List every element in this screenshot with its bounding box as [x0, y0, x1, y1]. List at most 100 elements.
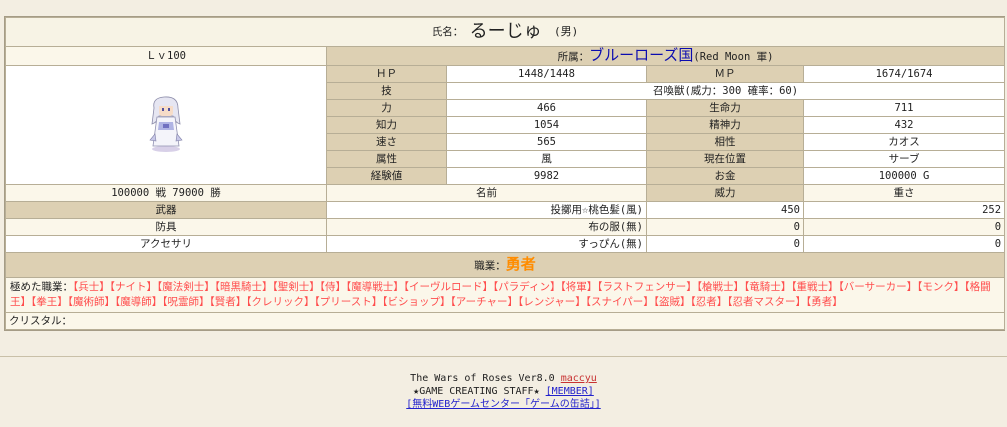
equip-col-power: 威力	[646, 184, 804, 202]
mastered-job: 【アーチャー】	[450, 296, 518, 308]
affiliation-cell: 所属：ブルーローズ国(Red Moon 軍)	[325, 46, 1006, 66]
staff-text: ★GAME CREATING STAFF★	[413, 386, 540, 397]
mnd-value: 432	[802, 116, 1006, 134]
mastered-jobs-cell: 極めた職業：【兵士】【ナイト】【魔法剣士】【暗黒騎士】【聖剣士】【侍】【魔導戦士…	[4, 277, 1006, 313]
equip-weight: 252	[802, 201, 1006, 219]
status-table: 氏名： るーじゅ (男) Ｌｖ100 所属：ブルーローズ国(Red Moon 軍…	[4, 17, 1006, 330]
elem-label: 属性	[326, 150, 447, 168]
hp-value: 1448/1448	[446, 65, 647, 83]
mastered-job: 【魔法剣士】	[157, 281, 215, 293]
equip-name: すっぴん(無)	[326, 235, 647, 253]
character-sprite-cell	[5, 65, 327, 185]
mp-value: 1674/1674	[802, 65, 1006, 83]
gold-label: お金	[646, 167, 804, 185]
mastered-jobs-list: 【兵士】【ナイト】【魔法剣士】【暗黒騎士】【聖剣士】【侍】【魔導戦士】【イーヴル…	[10, 281, 991, 308]
mastered-job: 【魔導戦士】	[346, 281, 404, 293]
mastered-job: 【ラストフェンサー】	[597, 281, 697, 293]
mastered-job: 【聖剣士】	[272, 281, 320, 293]
nation-army: (Red Moon 軍)	[693, 51, 774, 63]
mastered-job: 【拳王】	[31, 296, 68, 308]
name-cell: 氏名： るーじゅ (男)	[4, 17, 1006, 47]
loc-value: サーブ	[802, 150, 1006, 168]
name-row: 氏名： るーじゅ (男)	[4, 17, 1006, 47]
author-link[interactable]: maccyu	[561, 373, 597, 384]
mastered-job: 【忍者マスター】	[727, 296, 807, 308]
mastered-job: 【パラディン】	[493, 281, 561, 293]
mastered-job: 【忍者】	[690, 296, 728, 308]
nation-name: ブルーローズ国	[589, 46, 694, 64]
align-value: カオス	[802, 133, 1006, 151]
job-cell: 職業：勇者	[4, 252, 1006, 278]
character-sprite-icon	[149, 96, 183, 152]
job-label: 職業：	[474, 260, 506, 272]
equip-weight: 0	[802, 235, 1006, 253]
mastered-job: 【魔導師】	[115, 296, 163, 308]
exp-label: 経験値	[326, 167, 447, 185]
equip-slot: 武器	[5, 201, 327, 219]
mastered-job: 【呪霊師】	[162, 296, 210, 308]
mastered-job: 【レンジャー】	[518, 296, 586, 308]
mastered-job: 【プリースト】	[314, 296, 383, 308]
mastered-job: 【イーヴルロード】	[403, 281, 493, 293]
mp-label: ＭＰ	[646, 65, 804, 83]
mastered-job: 【勇者】	[806, 296, 843, 308]
elem-value: 風	[446, 150, 647, 168]
game-center-link[interactable]: [無料WEBゲームセンター「ゲームの缶詰」]	[406, 399, 601, 410]
str-value: 466	[446, 99, 647, 117]
equip-name: 布の服(無)	[326, 218, 647, 236]
equip-row-armor: 防具 布の服(無) 0 0	[5, 218, 1006, 236]
status-panel: 氏名： るーじゅ (男) Ｌｖ100 所属：ブルーローズ国(Red Moon 軍…	[4, 16, 1006, 331]
gold-value: 100000 G	[802, 167, 1006, 185]
footer: The Wars of Roses Ver8.0 maccyu ★GAME CR…	[0, 372, 1007, 411]
member-link[interactable]: [MEMBER]	[546, 386, 594, 397]
name-label: 氏名：	[431, 26, 464, 38]
skill-label: 技	[326, 82, 447, 100]
mastered-jobs-label: 極めた職業：	[10, 281, 73, 293]
equip-power: 0	[646, 235, 804, 253]
mastered-job: 【竜騎士】	[744, 281, 792, 293]
mastered-job: 【魔術師】	[67, 296, 115, 308]
equip-row-weapon: 武器 投擲用☆桃色髪(風) 450 252	[5, 201, 1006, 219]
equip-row-accessory: アクセサリ すっぴん(無) 0 0	[5, 235, 1006, 253]
equip-name: 投擲用☆桃色髪(風)	[326, 201, 647, 219]
exp-value: 9982	[446, 167, 647, 185]
equip-weight: 0	[802, 218, 1006, 236]
mastered-job: 【ビショップ】	[382, 296, 451, 308]
level-cell: Ｌｖ100	[5, 46, 327, 66]
equip-col-name: 名前	[326, 184, 647, 202]
int-value: 1054	[446, 116, 647, 134]
vit-label: 生命力	[646, 99, 804, 117]
mastered-job: 【ナイト】	[109, 281, 157, 293]
version-text: The Wars of Roses Ver8.0	[410, 373, 555, 384]
hp-label: ＨＰ	[326, 65, 447, 83]
equip-power: 450	[646, 201, 804, 219]
affiliation-label: 所属：	[557, 51, 590, 63]
equip-slot: 防具	[5, 218, 327, 236]
equip-slot: アクセサリ	[5, 235, 327, 253]
mastered-job: 【暗黒騎士】	[214, 281, 273, 293]
mastered-job: 【スナイパー】	[585, 296, 654, 308]
mastered-job: 【モンク】	[917, 281, 965, 293]
mnd-label: 精神力	[646, 116, 804, 134]
spd-label: 速さ	[326, 133, 447, 151]
mastered-job: 【クレリック】	[246, 296, 315, 308]
footer-divider	[0, 356, 1007, 357]
character-gender: (男)	[553, 25, 579, 38]
current-job: 勇者	[505, 255, 536, 273]
mastered-job: 【槍戦士】	[696, 281, 745, 293]
int-label: 知力	[326, 116, 447, 134]
skill-value: 召喚獣(威力：300 確率：60)	[445, 82, 1006, 100]
mastered-job: 【侍】	[319, 281, 346, 293]
spd-value: 565	[446, 133, 647, 151]
str-label: 力	[326, 99, 447, 117]
crystal-cell: クリスタル：	[4, 312, 1006, 330]
mastered-job: 【将軍】	[560, 281, 598, 293]
mastered-job: 【盗賊】	[653, 296, 691, 308]
mastered-job: 【兵士】	[73, 281, 110, 293]
mastered-job: 【賢者】	[209, 296, 247, 308]
equip-col-weight: 重さ	[802, 184, 1006, 202]
mastered-job: 【バーサーカー】	[838, 281, 918, 293]
mastered-job: 【重戦士】	[791, 281, 839, 293]
align-label: 相性	[646, 133, 804, 151]
equip-power: 0	[646, 218, 804, 236]
